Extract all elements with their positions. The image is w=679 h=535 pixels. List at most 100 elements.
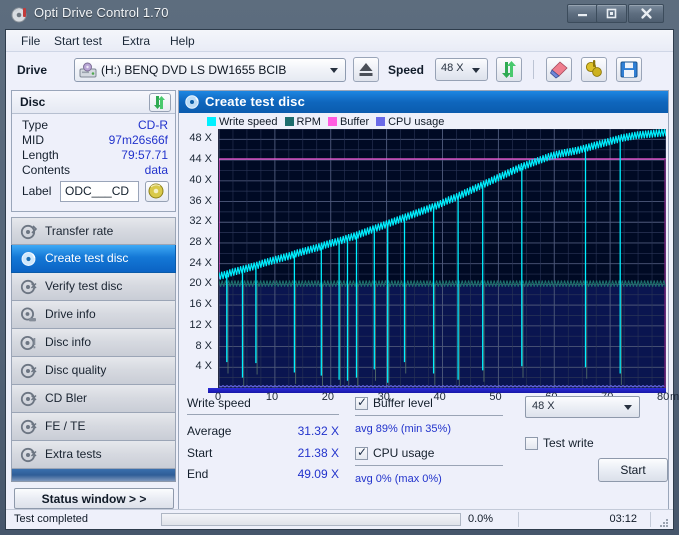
close-icon <box>629 5 663 22</box>
chart-y-tick: 44 X <box>189 153 212 166</box>
progress-percent: 0.0% <box>468 513 494 525</box>
eject-icon <box>354 63 378 85</box>
sidebar-item-create-test-disc[interactable]: Create test disc <box>11 245 176 273</box>
drive-select[interactable]: (H:) BENQ DVD LS DW1655 BCIB <box>74 58 346 82</box>
checkbox-box <box>525 437 538 450</box>
sidebar-item-label: Drive info <box>45 307 96 321</box>
minimize-icon <box>568 5 597 22</box>
disc-panel-header: Disc <box>12 91 175 114</box>
sidebar-item-label: Verify test disc <box>45 279 123 293</box>
chevron-down-icon <box>330 68 338 73</box>
disc-panel-title: Disc <box>20 95 46 109</box>
sidebar-nav: Transfer rate Create test disc Verify te… <box>11 217 176 513</box>
disc-key: Length <box>22 148 59 162</box>
sidebar-item-verify-test-disc[interactable]: Verify test disc <box>11 273 176 301</box>
minimize-button[interactable] <box>567 4 598 23</box>
maximize-icon <box>597 5 626 22</box>
status-window-button[interactable]: Status window > > <box>14 488 174 509</box>
eject-button[interactable] <box>353 57 379 82</box>
menu-extra[interactable]: Extra <box>115 33 157 50</box>
sidebar-item-disc-quality[interactable]: Disc quality <box>11 357 176 385</box>
disc-value: 79:57.71 <box>121 148 168 162</box>
maximize-button[interactable] <box>596 4 627 23</box>
drive-label: Drive <box>17 63 48 77</box>
drive-value: (H:) BENQ DVD LS DW1655 BCIB <box>101 63 287 77</box>
stat-row-average: Average 31.32 X <box>187 424 339 446</box>
menu-file[interactable]: File <box>14 33 47 50</box>
disc-value: CD-R <box>138 118 168 132</box>
chart-y-tick: 16 X <box>189 298 212 311</box>
sidebar-accent-bar <box>11 469 176 482</box>
toolbar: Drive (H:) BENQ DVD LS DW1655 BCIB Speed… <box>6 52 673 88</box>
sidebar-item-transfer-rate[interactable]: Transfer rate <box>11 217 176 245</box>
test-write-label: Test write <box>543 436 594 450</box>
chart-y-tick: 36 X <box>189 194 212 207</box>
disc-label-key: Label <box>22 184 52 198</box>
sidebar-item-label: Create test disc <box>45 251 129 265</box>
drive-info-icon <box>20 306 38 324</box>
stat-row-end: End 49.09 X <box>187 467 339 489</box>
client-area: File Start test Extra Help Drive (H:) BE… <box>5 29 679 530</box>
stat-key: Average <box>187 424 232 438</box>
disc-write-icon <box>20 250 38 268</box>
close-button[interactable] <box>628 4 664 23</box>
stat-value: 31.32 X <box>297 424 339 438</box>
create-test-disc-panel: Create test disc Write speed RPM Buffer … <box>178 90 679 524</box>
disc-fete-icon <box>20 418 38 436</box>
sidebar-item-extra-tests[interactable]: Extra tests <box>11 441 176 469</box>
legend-label-rpm: RPM <box>296 115 321 128</box>
checkbox-box <box>355 395 368 410</box>
sidebar-item-drive-info[interactable]: Drive info <box>11 301 176 329</box>
window-title: Opti Drive Control 1.70 <box>34 5 169 20</box>
resize-grip-icon[interactable] <box>658 515 669 527</box>
panel-header: Create test disc <box>179 91 668 113</box>
chevron-down-icon <box>624 405 632 410</box>
erase-button[interactable] <box>546 57 572 82</box>
disc-label-browse-button[interactable] <box>145 181 169 202</box>
speed-label: Speed <box>388 63 425 77</box>
window-titlebar[interactable]: Opti Drive Control 1.70 <box>0 0 679 29</box>
chart-y-tick: 40 X <box>189 173 212 186</box>
disc-refresh-button[interactable] <box>149 93 171 112</box>
elapsed-time: 03:12 <box>609 513 637 525</box>
buffer-level-label: Buffer level <box>373 396 433 410</box>
sidebar-item-cd-bler[interactable]: CD Bler <box>11 385 176 413</box>
refresh-button[interactable] <box>496 57 522 82</box>
cpu-usage-detail: avg 0% (max 0%) <box>355 473 442 485</box>
disc-key: MID <box>22 133 44 147</box>
refresh-arrows-icon <box>497 61 521 85</box>
stat-key: Start <box>187 446 213 460</box>
start-button[interactable]: Start <box>598 458 668 482</box>
legend-label-write-speed: Write speed <box>219 115 278 128</box>
toolbar-separator <box>533 60 534 79</box>
chart-y-tick: 8 X <box>195 339 212 352</box>
eraser-icon <box>547 61 571 85</box>
speed-select[interactable]: 48 X <box>435 58 488 81</box>
tools-button[interactable] <box>581 57 607 82</box>
chart-y-tick: 48 X <box>189 132 212 145</box>
chart-svg <box>219 129 666 388</box>
chart-y-tick: 20 X <box>189 277 212 290</box>
cpu-usage-label: CPU usage <box>373 446 435 460</box>
divider <box>518 512 519 527</box>
disc-verify-icon <box>20 278 38 296</box>
save-button[interactable] <box>616 57 642 82</box>
legend-label-buffer: Buffer <box>339 115 370 128</box>
divider <box>355 415 503 416</box>
legend-swatch-cpu-usage <box>376 117 386 126</box>
disc-row-contents: Contents data <box>12 163 175 180</box>
write-speed-select[interactable]: 48 X <box>525 396 640 418</box>
menu-help[interactable]: Help <box>163 33 202 50</box>
disc-info-icon <box>20 334 38 352</box>
legend-swatch-buffer <box>327 117 337 126</box>
disc-info-panel: Disc Type CD-R MID 97m26s66f Length 79:5… <box>11 90 176 212</box>
sidebar-item-fe-te[interactable]: FE / TE <box>11 413 176 441</box>
stat-value: 21.38 X <box>297 446 339 460</box>
menu-start-test[interactable]: Start test <box>47 33 109 50</box>
speed-value: 48 X <box>441 62 464 74</box>
write-speed-title: Write speed <box>187 396 251 410</box>
disc-value: 97m26s66f <box>108 133 168 147</box>
disc-label-input[interactable]: ODC___CD <box>60 181 139 202</box>
divider <box>187 414 339 415</box>
sidebar-item-disc-info[interactable]: Disc info <box>11 329 176 357</box>
